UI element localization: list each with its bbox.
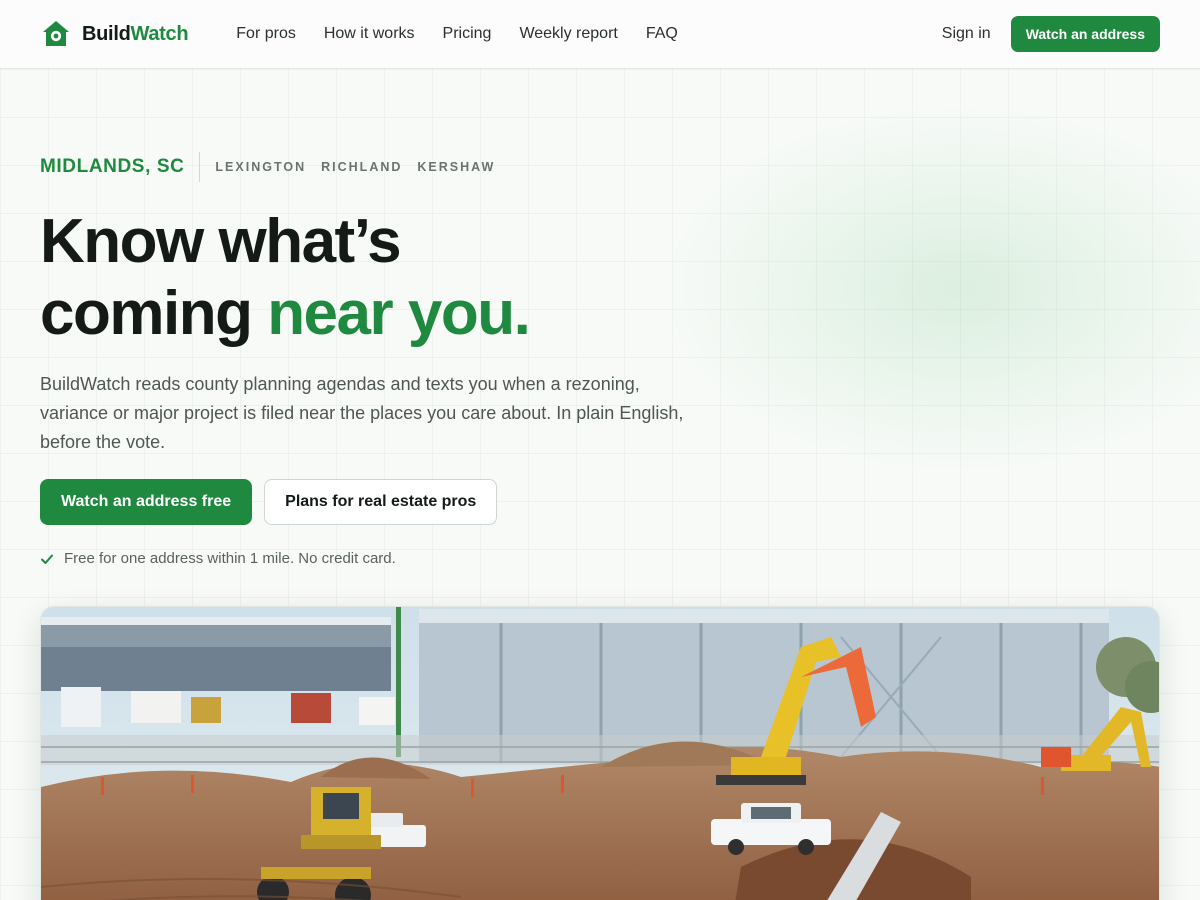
construction-site-illustration: [41, 607, 1159, 900]
free-note-row: Free for one address within 1 mile. No c…: [40, 550, 740, 567]
nav-link-faq[interactable]: FAQ: [646, 25, 678, 43]
construction-site-photo: [40, 606, 1160, 900]
hero-headline: Know what’s coming near you.: [40, 206, 740, 350]
cta-row: Watch an address free Plans for real est…: [40, 479, 740, 525]
county-list: LEXINGTON RICHLAND KERSHAW: [215, 160, 495, 174]
region-row: MIDLANDS, SC LEXINGTON RICHLAND KERSHAW: [40, 150, 740, 184]
watch-address-nav-button[interactable]: Watch an address: [1010, 16, 1160, 52]
headline-line-1: Know what’s: [40, 207, 402, 276]
headline-accent: near you.: [267, 279, 531, 348]
plans-for-pros-button[interactable]: Plans for real estate pros: [264, 479, 498, 525]
region-label: MIDLANDS, SC: [40, 152, 201, 182]
headline-line-2-plain: coming: [40, 279, 268, 348]
watch-address-free-button[interactable]: Watch an address free: [40, 479, 253, 525]
nav-link-weekly-report[interactable]: Weekly report: [519, 25, 617, 43]
nav-link-pricing[interactable]: Pricing: [443, 25, 492, 43]
house-eye-icon: [43, 21, 69, 46]
county-richland: RICHLAND: [321, 160, 403, 174]
nav-link-how-it-works[interactable]: How it works: [324, 25, 415, 43]
brand-name-watch: Watch: [130, 22, 189, 45]
nav-actions: Sign in Watch an address: [942, 16, 1160, 52]
county-kershaw: KERSHAW: [417, 160, 496, 174]
check-icon: [41, 554, 53, 564]
free-note: Free for one address within 1 mile. No c…: [64, 550, 396, 567]
brand-logo[interactable]: BuildWatch: [40, 18, 189, 50]
top-nav: BuildWatch For pros How it works Pricing…: [0, 0, 1200, 69]
brand-name-build: Build: [82, 22, 131, 45]
brand-name: BuildWatch: [82, 22, 189, 46]
county-lexington: LEXINGTON: [215, 160, 307, 174]
nav-link-for-pros[interactable]: For pros: [236, 25, 296, 43]
sign-in-link[interactable]: Sign in: [942, 25, 991, 43]
hero-section: MIDLANDS, SC LEXINGTON RICHLAND KERSHAW …: [40, 150, 740, 567]
hero-description: BuildWatch reads county planning agendas…: [40, 374, 684, 452]
nav-links: For pros How it works Pricing Weekly rep…: [236, 25, 678, 43]
